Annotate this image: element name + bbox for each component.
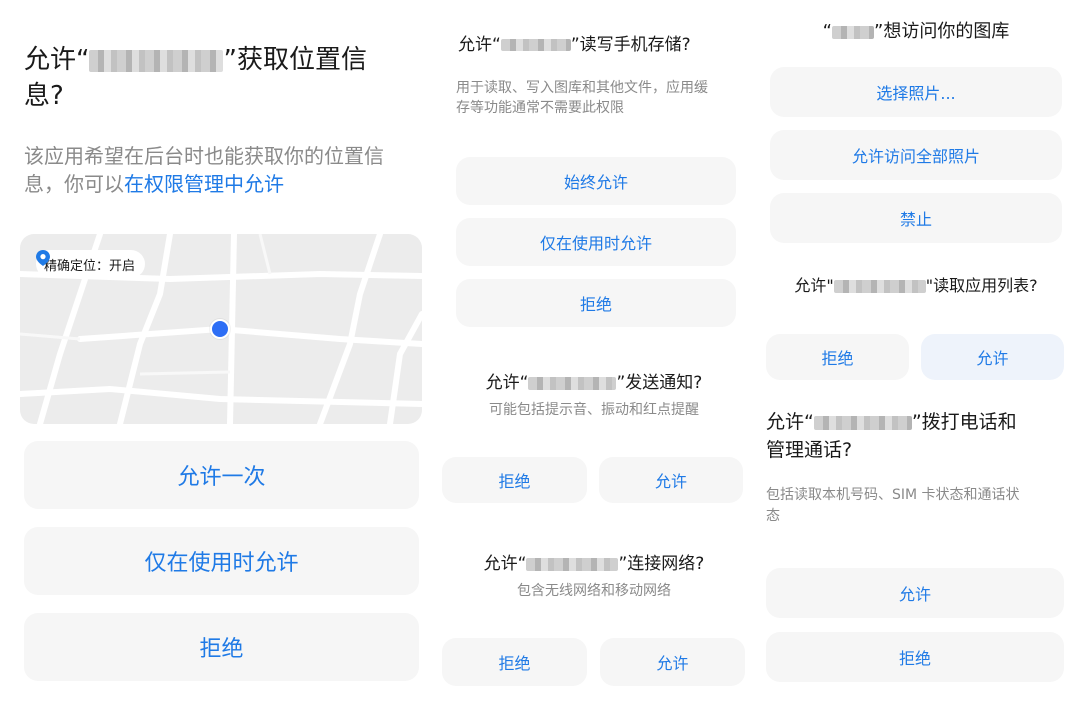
phone-title-line2: 管理通话? <box>766 439 853 461</box>
network-allow-label: 允许 <box>656 654 689 673</box>
redacted-app-name <box>526 557 619 571</box>
applist-allow-button[interactable]: 允许 <box>921 334 1064 380</box>
phone-deny-label: 拒绝 <box>898 649 931 668</box>
applist-deny-label: 拒绝 <box>821 349 854 368</box>
storage-title-suffix: ”读写手机存储? <box>570 35 691 55</box>
network-deny-button[interactable]: 拒绝 <box>442 638 587 686</box>
notify-dialog-title: 允许“ ”发送通知? <box>444 370 744 396</box>
permission-settings-link[interactable]: 在权限管理中允许 <box>124 172 284 196</box>
precise-location-badge[interactable]: 精确定位：开启 <box>36 250 146 278</box>
storage-deny-label: 拒绝 <box>579 295 612 314</box>
phone-allow-label: 允许 <box>898 585 931 604</box>
redacted-app-name <box>813 415 912 430</box>
select-photos-label: 选择照片... <box>876 84 956 103</box>
notify-title-prefix: 允许“ <box>485 373 529 393</box>
network-title-suffix: ”连接网络? <box>618 554 705 574</box>
redacted-app-name <box>500 39 571 51</box>
gallery-title-prefix: “ <box>822 21 832 42</box>
phone-title-suffix: ”拨打电话和 <box>911 411 1017 433</box>
phone-dialog-title: 允许“ ”拨打电话和 管理通话? <box>766 408 1066 464</box>
gallery-title-suffix: ”想访问你的图库 <box>874 21 1010 42</box>
storage-dialog-title: 允许“ ”读写手机存储? <box>458 32 748 58</box>
applist-deny-button[interactable]: 拒绝 <box>766 334 909 380</box>
notify-deny-label: 拒绝 <box>498 472 531 491</box>
storage-desc-line1: 用于读取、写入图库和其他文件，应用缓 <box>456 80 708 96</box>
allow-all-photos-label: 允许访问全部照片 <box>851 147 980 166</box>
phone-desc-line2: 态 <box>766 508 780 524</box>
phone-dialog-description: 包括读取本机号码、SIM 卡状态和通话状 态 <box>766 485 1066 527</box>
storage-dialog-description: 用于读取、写入图库和其他文件，应用缓 存等功能通常不需要此权限 <box>456 78 746 118</box>
location-map: 精确定位：开启 <box>20 234 422 424</box>
current-location-dot <box>210 319 230 339</box>
deny-location-button[interactable]: 拒绝 <box>24 613 419 681</box>
redacted-app-name <box>528 376 617 390</box>
redacted-app-name <box>89 49 224 72</box>
notify-allow-label: 允许 <box>654 472 687 491</box>
applist-dialog-title: 允许" "读取应用列表? <box>766 273 1066 299</box>
location-title-suffix: ”获取位置信 <box>223 45 367 75</box>
precise-location-label: 精确定位：开启 <box>44 258 136 274</box>
storage-desc-line2: 存等功能通常不需要此权限 <box>456 100 624 116</box>
location-title-line2: 息? <box>24 81 64 111</box>
location-dialog-title: 允许“ ”获取位置信 息? <box>24 42 424 114</box>
allow-once-label: 允许一次 <box>177 465 266 490</box>
location-dialog-description: 该应用希望在后台时也能获取你的位置信 息，你可以在权限管理中允许 <box>24 142 424 198</box>
always-allow-label: 始终允许 <box>563 173 628 192</box>
notify-desc: 可能包括提示音、振动和红点提醒 <box>489 402 699 418</box>
notify-allow-button[interactable]: 允许 <box>599 457 743 503</box>
network-dialog-title: 允许“ ”连接网络? <box>444 551 744 577</box>
location-title-prefix: 允许“ <box>24 45 90 75</box>
notify-dialog-description: 可能包括提示音、振动和红点提醒 <box>444 400 744 420</box>
redacted-app-name <box>833 280 926 293</box>
always-allow-button[interactable]: 始终允许 <box>456 157 736 205</box>
forbid-gallery-label: 禁止 <box>899 210 932 229</box>
location-pin-icon <box>36 250 50 266</box>
phone-deny-button[interactable]: 拒绝 <box>766 632 1064 682</box>
forbid-gallery-button[interactable]: 禁止 <box>770 193 1062 243</box>
phone-desc-line1: 包括读取本机号码、SIM 卡状态和通话状 <box>766 487 1020 503</box>
storage-while-using-button[interactable]: 仅在使用时允许 <box>456 218 736 266</box>
storage-title-prefix: 允许“ <box>458 35 501 55</box>
redacted-app-name <box>832 25 874 39</box>
storage-while-using-label: 仅在使用时允许 <box>539 234 652 253</box>
network-dialog-description: 包含无线网络和移动网络 <box>444 581 744 601</box>
storage-deny-button[interactable]: 拒绝 <box>456 279 736 327</box>
applist-allow-label: 允许 <box>976 349 1009 368</box>
phone-title-prefix: 允许“ <box>766 411 814 433</box>
network-desc: 包含无线网络和移动网络 <box>517 583 671 599</box>
location-desc-line2: 息，你可以 <box>24 172 124 196</box>
phone-allow-button[interactable]: 允许 <box>766 568 1064 618</box>
network-title-prefix: 允许“ <box>483 554 527 574</box>
applist-title-suffix: "读取应用列表? <box>925 276 1038 295</box>
select-photos-button[interactable]: 选择照片... <box>770 67 1062 117</box>
network-deny-label: 拒绝 <box>498 654 531 673</box>
network-allow-button[interactable]: 允许 <box>600 638 745 686</box>
allow-once-button[interactable]: 允许一次 <box>24 441 419 509</box>
location-desc-line1: 该应用希望在后台时也能获取你的位置信 <box>24 144 384 168</box>
notify-deny-button[interactable]: 拒绝 <box>442 457 587 503</box>
notify-title-suffix: ”发送通知? <box>616 373 703 393</box>
allow-while-using-button[interactable]: 仅在使用时允许 <box>24 527 419 595</box>
allow-while-using-label: 仅在使用时允许 <box>144 551 299 576</box>
applist-title-prefix: 允许" <box>794 276 834 295</box>
allow-all-photos-button[interactable]: 允许访问全部照片 <box>770 130 1062 180</box>
deny-location-label: 拒绝 <box>199 637 244 662</box>
gallery-dialog-title: “ ”想访问你的图库 <box>770 18 1062 46</box>
